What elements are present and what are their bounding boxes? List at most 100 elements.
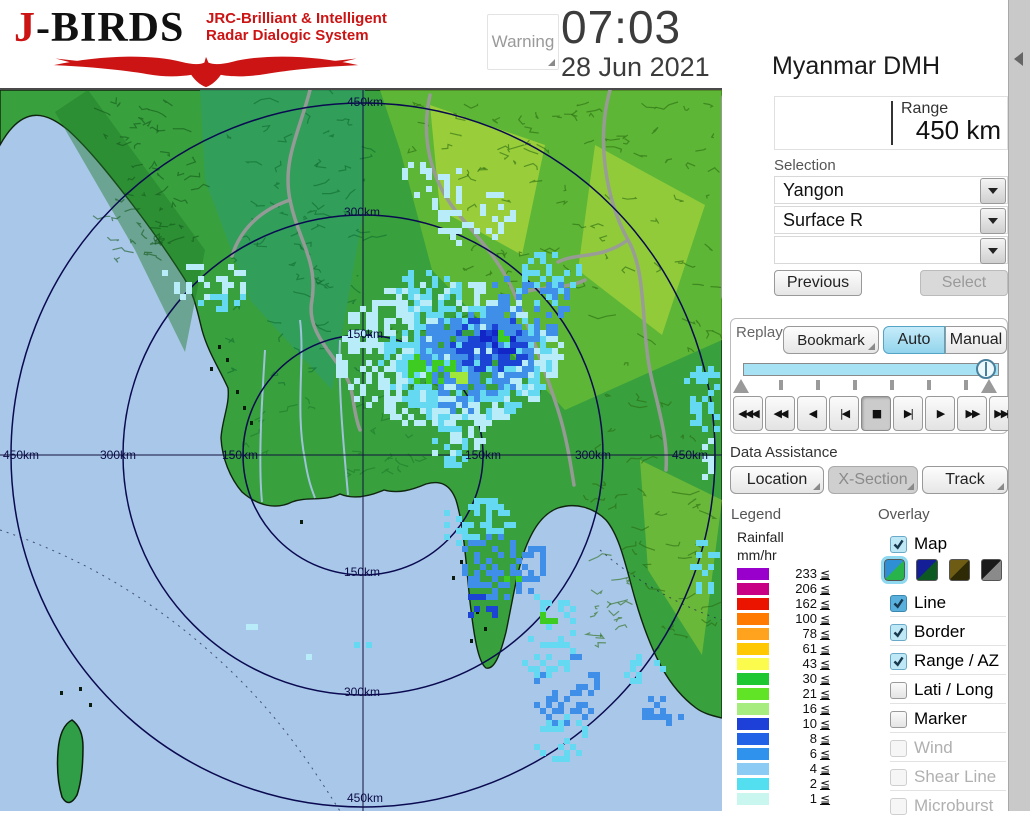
- slider-tick: [890, 380, 894, 390]
- legend-value: 21: [769, 686, 817, 701]
- unchecked-checkbox[interactable]: [890, 711, 907, 728]
- clock-time: 07:03: [561, 0, 681, 54]
- overlay-item-microburst[interactable]: Microburst: [890, 793, 1008, 819]
- legend-value: 2: [769, 776, 817, 791]
- legend-value: 43: [769, 656, 817, 671]
- product-dropdown-value: Surface R: [783, 210, 863, 231]
- lte-symbol: ≦: [820, 672, 830, 686]
- overlay-label: Overlay: [878, 506, 930, 523]
- step-forward-button[interactable]: ▶|: [893, 396, 923, 431]
- map-style-2[interactable]: [916, 559, 937, 581]
- overlay-separator: [890, 703, 1006, 704]
- range-ring-label: 150km: [344, 565, 380, 579]
- chevron-down-icon[interactable]: [980, 178, 1006, 204]
- legend-value: 233: [769, 566, 817, 581]
- site-title: Myanmar DMH: [772, 52, 940, 81]
- lte-symbol: ≦: [820, 747, 830, 761]
- legend-value: 8: [769, 731, 817, 746]
- overlay-item-range-az[interactable]: Range / AZ: [890, 648, 1008, 674]
- play-reverse-button[interactable]: ◀: [797, 396, 827, 431]
- chevron-down-icon[interactable]: [980, 208, 1006, 234]
- legend-value: 206: [769, 581, 817, 596]
- bookmark-button[interactable]: Bookmark: [783, 326, 879, 354]
- warning-button[interactable]: Warning: [487, 14, 559, 70]
- slider-tick: [779, 380, 783, 390]
- map-style-3[interactable]: [949, 559, 970, 581]
- legend-value: 61: [769, 641, 817, 656]
- previous-button[interactable]: Previous: [774, 270, 862, 296]
- radar-map-canvas[interactable]: 450km300km150km150km300km450km450km300km…: [0, 90, 722, 811]
- overlay-item-label: Marker: [914, 709, 967, 729]
- overlay-separator: [890, 645, 1006, 646]
- collapse-arrow-icon[interactable]: [1014, 52, 1023, 66]
- legend-swatch: [737, 673, 769, 685]
- chevron-down-icon[interactable]: [980, 238, 1006, 264]
- step-back-button[interactable]: |◀: [829, 396, 859, 431]
- logo-title-rest: -BIRDS: [36, 5, 184, 51]
- lte-symbol: ≦: [820, 612, 830, 626]
- checked-checkbox[interactable]: [890, 536, 907, 553]
- legend-value: 16: [769, 701, 817, 716]
- replay-slider-track[interactable]: [743, 363, 999, 376]
- select-button[interactable]: Select: [920, 270, 1008, 296]
- panel-splitter[interactable]: [1008, 0, 1030, 811]
- legend-swatch: [737, 613, 769, 625]
- xsection-button[interactable]: X-Section: [828, 466, 918, 494]
- unchecked-checkbox: [890, 798, 907, 815]
- overlay-item-label: Wind: [914, 738, 953, 758]
- legend-row: 1≦: [737, 791, 830, 806]
- legend-swatch: [737, 778, 769, 790]
- replay-group: Replay Bookmark Auto Manual ◀◀◀◀◀◀|◀■▶|▶…: [730, 318, 1008, 434]
- lte-symbol: ≦: [820, 732, 830, 746]
- jbirds-logo: J-BIRDS JRC-Brilliant & Intelligent Rada…: [6, 2, 426, 88]
- overlay-item-border[interactable]: Border: [890, 619, 1008, 645]
- overlay-item-lati-long[interactable]: Lati / Long: [890, 677, 1008, 703]
- lte-symbol: ≦: [820, 762, 830, 776]
- auto-button[interactable]: Auto: [883, 326, 945, 354]
- legend-label: Legend: [731, 506, 781, 523]
- range-ring-label: 150km: [465, 448, 501, 462]
- overlay-separator: [890, 790, 1006, 791]
- replay-slider-handle[interactable]: [976, 359, 996, 379]
- slider-start-marker[interactable]: [733, 379, 749, 393]
- logo-title: J-BIRDS: [14, 4, 184, 52]
- extra-dropdown[interactable]: [774, 236, 1008, 264]
- range-ring-label: 450km: [347, 791, 383, 805]
- overlay-item-wind[interactable]: Wind: [890, 735, 1008, 761]
- map-style-swatches: [884, 557, 1002, 583]
- map-style-1-selected[interactable]: [884, 559, 905, 581]
- location-button[interactable]: Location: [730, 466, 824, 494]
- legend-swatch: [737, 598, 769, 610]
- checked-checkbox[interactable]: [890, 624, 907, 641]
- legend-value: 6: [769, 746, 817, 761]
- fast-rewind-button[interactable]: ◀◀: [765, 396, 795, 431]
- range-ring-label: 300km: [575, 448, 611, 462]
- overlay-item-line[interactable]: Line: [890, 590, 1008, 616]
- overlay-item-map[interactable]: Map: [890, 531, 1008, 557]
- legend-row: 8≦: [737, 731, 830, 746]
- slider-end-marker[interactable]: [981, 379, 997, 393]
- checked-checkbox[interactable]: [890, 653, 907, 670]
- legend-value: 78: [769, 626, 817, 641]
- stop-button[interactable]: ■: [861, 396, 891, 431]
- lte-symbol: ≦: [820, 567, 830, 581]
- map-style-4[interactable]: [981, 559, 1002, 581]
- overlay-item-marker[interactable]: Marker: [890, 706, 1008, 732]
- station-dropdown[interactable]: Yangon: [774, 176, 1008, 204]
- jbirds-application: J-BIRDS JRC-Brilliant & Intelligent Rada…: [0, 0, 1030, 811]
- play-button[interactable]: ▶: [925, 396, 955, 431]
- product-dropdown[interactable]: Surface R: [774, 206, 1008, 234]
- track-button[interactable]: Track: [922, 466, 1008, 494]
- overlay-item-shear-line[interactable]: Shear Line: [890, 764, 1008, 790]
- checked-checkbox[interactable]: [890, 595, 907, 612]
- jump-start-button[interactable]: ◀◀◀: [733, 396, 763, 431]
- unchecked-checkbox[interactable]: [890, 682, 907, 699]
- lte-symbol: ≦: [820, 582, 830, 596]
- lte-symbol: ≦: [820, 717, 830, 731]
- lte-symbol: ≦: [820, 597, 830, 611]
- fast-forward-button[interactable]: ▶▶: [957, 396, 987, 431]
- range-display: Range 450 km: [774, 96, 1008, 150]
- overlay-separator: [890, 732, 1006, 733]
- manual-button[interactable]: Manual: [945, 326, 1007, 354]
- legend-row: 61≦: [737, 641, 830, 656]
